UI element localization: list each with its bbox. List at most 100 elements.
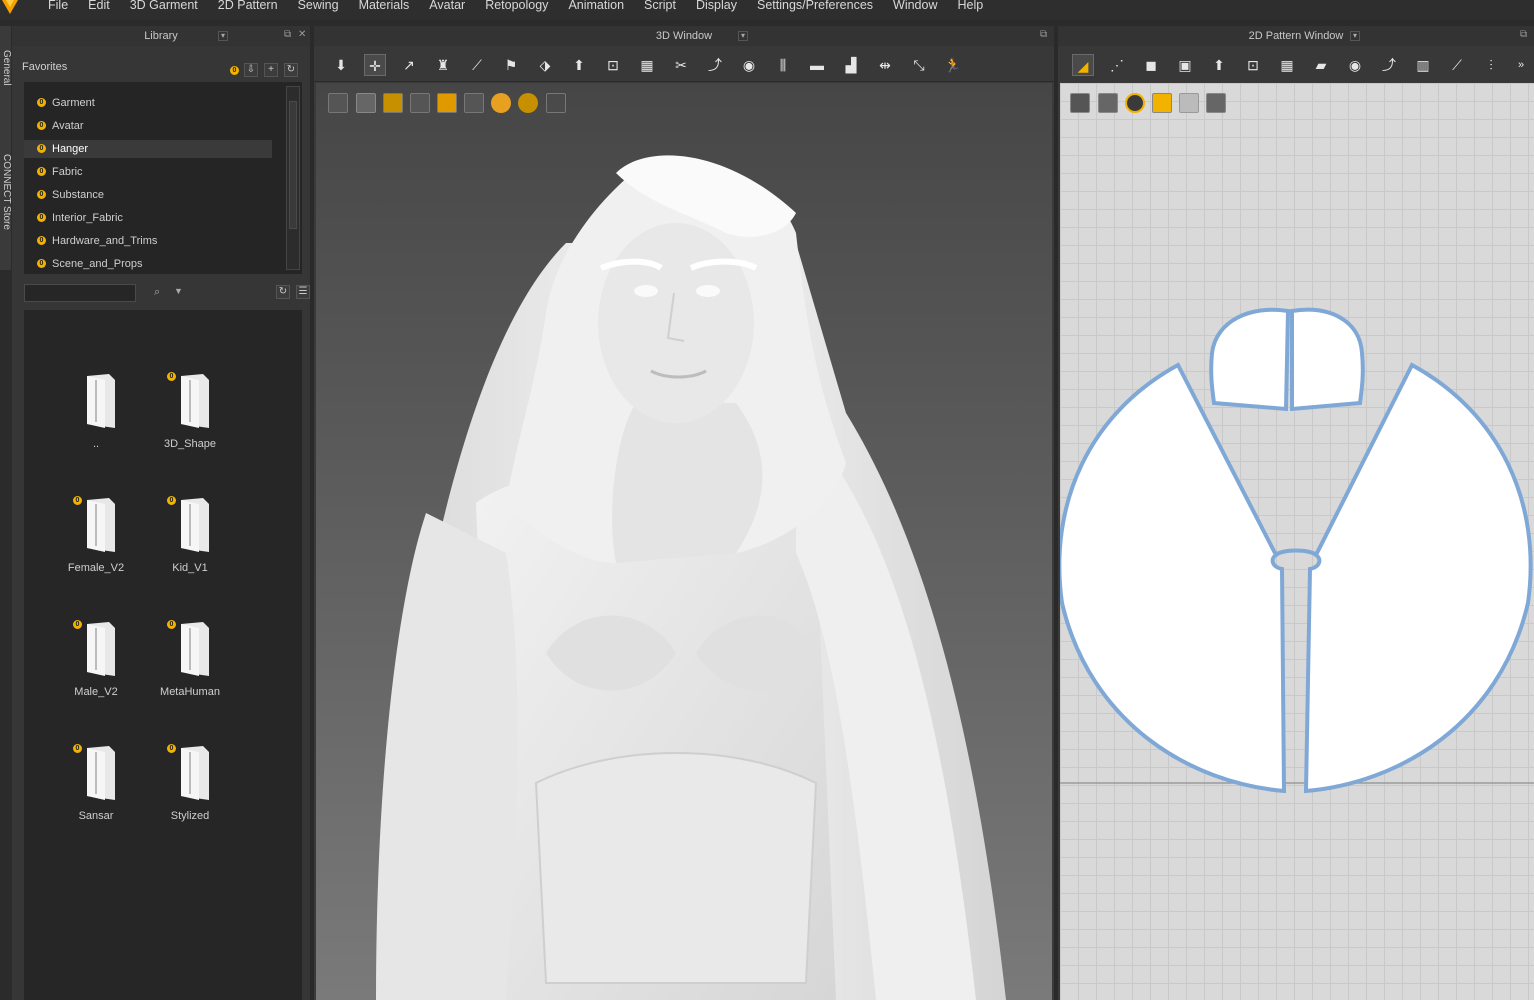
favorite-item-hardware-and-trims[interactable]: 0 Hardware_and_Trims [24,232,272,250]
folder-parent[interactable]: .. [51,372,141,472]
toolbar-3d: ⬇ ✛ ↗ ♜ ⟋ ⚑ ⬗ ⬆ ⊡ ▦ ✂ ⤴ ◉ ⫼ ▬ ▟ ⇹ ⤡ 🏃 [314,46,1054,82]
menu-help[interactable]: Help [958,0,984,14]
menu-2d-pattern[interactable]: 2D Pattern [218,0,278,14]
button-tool-icon[interactable]: ◉ [738,54,760,76]
favorite-badge-icon: 0 [230,66,239,75]
refresh-icon[interactable]: ↻ [276,285,290,299]
favorite-item-fabric[interactable]: 0 Fabric [24,163,272,181]
undock-icon[interactable]: ⧉ [1520,29,1527,40]
favorite-badge-icon: 0 [37,236,46,245]
transform-pattern-icon[interactable]: ◢ [1072,54,1094,76]
window-3d-dropdown-icon[interactable]: ▾ [738,31,748,41]
app-logo-icon[interactable] [0,0,20,16]
gizmo-icon[interactable]: ⫶ [1480,54,1502,76]
favorite-item-avatar[interactable]: 0 Avatar [24,117,272,135]
app-window: File Edit 3D Garment 2D Pattern Sewing M… [0,0,1534,1000]
select-mesh-icon[interactable]: ⬇ [330,54,352,76]
undock-icon[interactable]: ⧉ [284,29,291,40]
menu-materials[interactable]: Materials [359,0,410,14]
search-icon[interactable]: ⌕ [154,286,160,299]
folder-metahuman[interactable]: 0 MetaHuman [145,620,235,720]
seam-icon[interactable]: ⊡ [1242,54,1264,76]
folder-kid-v1[interactable]: 0 Kid_V1 [145,496,235,596]
favorites-scrollbar[interactable] [286,86,300,270]
favorite-badge-icon: 0 [37,144,46,153]
tab-general[interactable]: General [0,50,12,86]
fold-tool-icon[interactable]: ⤡ [908,54,930,76]
folder-sansar[interactable]: 0 Sansar [51,744,141,844]
folder-icon [87,374,115,428]
garment-fit-icon[interactable]: ⚑ [500,54,522,76]
cut-icon[interactable]: ✂ [670,54,692,76]
pattern-canvas[interactable] [1060,83,1534,1000]
folder-male-v2[interactable]: 0 Male_V2 [51,620,141,720]
list-view-icon[interactable]: ☰ [296,285,310,299]
favorite-item-interior-fabric[interactable]: 0 Interior_Fabric [24,209,272,227]
tack-icon[interactable]: ⬗ [534,54,556,76]
close-icon[interactable]: ✕ [298,29,306,40]
undock-icon[interactable]: ⧉ [1040,29,1047,40]
menu-window[interactable]: Window [893,0,937,14]
segment-sewing-icon[interactable]: ⤴ [704,54,726,76]
menu-settings[interactable]: Settings/Preferences [757,0,873,14]
folder-female-v2[interactable]: 0 Female_V2 [51,496,141,596]
simulation-icon[interactable]: 🏃 [942,54,964,76]
move-tool-icon[interactable]: ✛ [364,54,386,76]
favorite-item-scene-and-props[interactable]: 0 Scene_and_Props [24,255,272,273]
cape-pattern-pieces[interactable] [1060,83,1534,1000]
folder-stylized[interactable]: 0 Stylized [145,744,235,844]
menu-retopology[interactable]: Retopology [485,0,548,14]
favorite-item-garment[interactable]: 0 Garment [24,94,272,112]
fold-arrange-icon[interactable]: ♜ [432,54,454,76]
more-tools-icon[interactable]: » [1510,54,1532,76]
puckering-icon[interactable]: ⇹ [874,54,896,76]
grid-icon[interactable]: ▦ [636,54,658,76]
avatar-with-hooded-cape[interactable] [316,83,1052,1000]
library-dropdown-icon[interactable]: ▾ [218,31,228,41]
tab-connect-store[interactable]: CONNECT Store [0,154,12,230]
menu-file[interactable]: File [48,0,68,14]
internal-line-icon[interactable]: ⟋ [1446,54,1468,76]
measure-icon[interactable]: ⟋ [466,54,488,76]
grid-2d-icon[interactable]: ▦ [1276,54,1298,76]
sewing-line-icon[interactable]: ⊡ [602,54,624,76]
folder-3d-shape[interactable]: 0 3D_Shape [145,372,235,472]
select-point-icon[interactable]: ↗ [398,54,420,76]
menu-animation[interactable]: Animation [568,0,624,14]
favorite-label: Hanger [52,143,89,155]
library-search-input[interactable] [24,284,136,302]
favorite-badge-icon: 0 [37,259,46,268]
menu-display[interactable]: Display [696,0,737,14]
refresh-icon[interactable]: ↻ [284,63,298,77]
menu-sewing[interactable]: Sewing [298,0,339,14]
search-dropdown-icon[interactable]: ▼ [174,286,183,296]
rectangle-icon[interactable]: ▣ [1174,54,1196,76]
pin-icon[interactable]: ⬆ [568,54,590,76]
sewing-2d-icon[interactable]: ⤴ [1378,54,1400,76]
menu-3d-garment[interactable]: 3D Garment [130,0,198,14]
favorite-item-substance[interactable]: 0 Substance [24,186,272,204]
window-3d: 3D Window ▾ ⧉ ⬇ ✛ ↗ ♜ ⟋ ⚑ ⬗ ⬆ ⊡ ▦ ✂ ⤴ ◉ … [314,26,1054,1000]
menu-script[interactable]: Script [644,0,676,14]
zipper-icon[interactable]: ⫼ [772,54,794,76]
scrollbar-thumb[interactable] [289,101,297,229]
pleat-icon[interactable]: ▥ [1412,54,1434,76]
menu-edit[interactable]: Edit [88,0,110,14]
library-folder-grid: .. 0 3D_Shape 0 Female_V2 0 Kid_V1 0 Mal… [24,310,302,1000]
folder-icon [181,746,209,800]
fold-2d-icon[interactable]: ▰ [1310,54,1332,76]
add-favorite-icon[interactable]: + [264,63,278,77]
edit-pattern-icon[interactable]: ⋰ [1106,54,1128,76]
favorite-label: Interior_Fabric [52,212,123,224]
favorite-item-hanger[interactable]: 0 Hanger [24,140,272,158]
polygon-icon[interactable]: ◼ [1140,54,1162,76]
tape-icon[interactable]: ▬ [806,54,828,76]
topstitch-icon[interactable]: ▟ [840,54,862,76]
folder-label: Male_V2 [74,686,118,698]
button-2d-icon[interactable]: ◉ [1344,54,1366,76]
menu-avatar[interactable]: Avatar [429,0,465,14]
window-2d-dropdown-icon[interactable]: ▾ [1350,31,1360,41]
download-icon[interactable]: ⇩ [244,63,258,77]
pin-2d-icon[interactable]: ⬆ [1208,54,1230,76]
viewport-3d[interactable] [316,83,1052,1000]
